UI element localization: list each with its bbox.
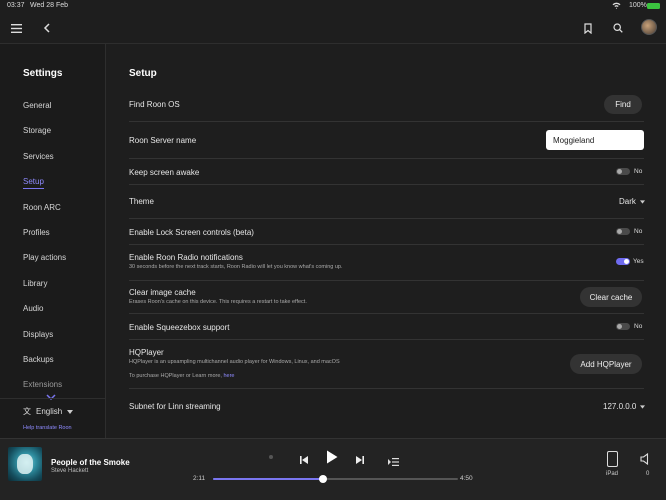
- keep-awake-toggle[interactable]: [616, 168, 630, 175]
- row-radio-notifications: Enable Roon Radio notifications 30 secon…: [129, 245, 644, 281]
- chevron-left-icon[interactable]: [37, 18, 57, 38]
- queue-icon[interactable]: [388, 453, 399, 471]
- sidebar-item-extensions[interactable]: Extensions: [23, 380, 62, 389]
- hqplayer-purchase-prefix: To purchase HQPlayer or Learn more,: [129, 373, 222, 379]
- chevron-down-icon: [639, 199, 645, 204]
- lock-screen-label: Enable Lock Screen controls (beta): [129, 228, 254, 237]
- sidebar-item-displays[interactable]: Displays: [23, 330, 53, 339]
- sidebar-item-services[interactable]: Services: [23, 152, 54, 161]
- sidebar-divider: [0, 398, 105, 399]
- speaker-icon[interactable]: [640, 452, 650, 470]
- language-label: English: [36, 407, 63, 416]
- row-hqplayer: HQPlayer HQPlayer is an upsampling multi…: [129, 340, 644, 389]
- avatar[interactable]: [641, 19, 657, 35]
- row-server-name: Roon Server name Moggieland: [129, 122, 644, 159]
- radio-notifications-toggle[interactable]: [616, 258, 630, 265]
- clear-cache-description: Erases Roon's cache on this device. This…: [129, 299, 307, 305]
- hqplayer-description: HQPlayer is an upsampling multichannel a…: [129, 359, 340, 365]
- scroll-down-chevron-icon[interactable]: [46, 387, 56, 405]
- wifi-icon: [612, 2, 621, 11]
- play-icon[interactable]: [326, 450, 338, 469]
- linn-subnet-select[interactable]: 127.0.0.0: [603, 402, 646, 411]
- status-bar: 03:37 Wed 28 Feb 100%: [0, 0, 666, 12]
- hqplayer-purchase-link[interactable]: here: [223, 373, 234, 379]
- server-name-label: Roon Server name: [129, 136, 197, 145]
- help-translate-link[interactable]: Help translate Roon: [23, 425, 72, 431]
- row-clear-cache: Clear image cache Erases Roon's cache on…: [129, 281, 644, 314]
- sidebar-item-backups[interactable]: Backups: [23, 355, 54, 364]
- sidebar-item-storage[interactable]: Storage: [23, 126, 51, 135]
- clear-cache-label: Clear image cache: [129, 288, 196, 297]
- sidebar: Settings General Storage Services Setup …: [0, 44, 106, 438]
- hqplayer-purchase-text: To purchase HQPlayer or Learn more, here: [129, 373, 234, 379]
- hqplayer-label: HQPlayer: [129, 348, 164, 357]
- album-art[interactable]: [8, 447, 42, 481]
- row-squeezebox: Enable Squeezebox support No: [129, 314, 644, 340]
- radio-notifications-description: 30 seconds before the next track starts,…: [129, 264, 343, 270]
- theme-select[interactable]: Dark: [619, 197, 645, 206]
- lock-screen-state: No: [634, 228, 643, 235]
- squeezebox-state: No: [634, 323, 643, 330]
- row-lock-screen: Enable Lock Screen controls (beta) No: [129, 219, 644, 245]
- theme-label: Theme: [129, 197, 154, 206]
- squeezebox-label: Enable Squeezebox support: [129, 323, 230, 332]
- track-artist[interactable]: Steve Hackett: [51, 468, 88, 474]
- duration-time: 4:50: [460, 475, 473, 482]
- progress-track[interactable]: [213, 475, 458, 483]
- top-bar: [0, 12, 666, 44]
- radio-notifications-state: Yes: [633, 258, 644, 265]
- linn-subnet-label: Subnet for Linn streaming: [129, 402, 221, 411]
- sidebar-item-general[interactable]: General: [23, 101, 51, 110]
- theme-value: Dark: [619, 197, 636, 206]
- volume-value: 0: [646, 471, 650, 477]
- tablet-icon[interactable]: [607, 451, 618, 467]
- radio-notifications-label: Enable Roon Radio notifications: [129, 253, 243, 262]
- sidebar-item-roon-arc[interactable]: Roon ARC: [23, 203, 61, 212]
- keep-awake-state: No: [634, 168, 643, 175]
- status-date: Wed 28 Feb: [30, 2, 69, 9]
- find-button[interactable]: Find: [604, 95, 642, 114]
- language-selector[interactable]: 文 English: [23, 406, 74, 417]
- status-time: 03:37: [7, 2, 25, 9]
- lock-screen-toggle[interactable]: [616, 228, 630, 235]
- previous-track-icon[interactable]: [299, 452, 309, 470]
- battery-icon: [647, 3, 660, 9]
- server-name-input[interactable]: Moggieland: [546, 130, 644, 150]
- squeezebox-toggle[interactable]: [616, 323, 630, 330]
- battery-percent: 100%: [629, 2, 647, 9]
- sidebar-item-setup[interactable]: Setup: [23, 177, 44, 189]
- progress-fill: [213, 478, 324, 480]
- radio-indicator-icon: [269, 455, 273, 459]
- linn-subnet-value: 127.0.0.0: [603, 402, 637, 411]
- progress-knob[interactable]: [319, 475, 328, 483]
- hamburger-icon[interactable]: [6, 18, 26, 38]
- row-theme: Theme Dark: [129, 185, 645, 219]
- bookmark-icon[interactable]: [578, 18, 598, 38]
- row-linn-subnet: Subnet for Linn streaming 127.0.0.0: [129, 389, 646, 423]
- translate-icon: 文: [23, 407, 31, 416]
- chevron-down-icon: [67, 409, 74, 414]
- clear-cache-button[interactable]: Clear cache: [580, 287, 642, 307]
- setup-panel: Setup Find Roon OS Find Roon Server name…: [107, 44, 666, 438]
- sidebar-item-library[interactable]: Library: [23, 279, 47, 288]
- search-icon[interactable]: [608, 18, 628, 38]
- row-keep-awake: Keep screen awake No: [129, 159, 644, 185]
- sidebar-item-profiles[interactable]: Profiles: [23, 228, 50, 237]
- track-title[interactable]: People of the Smoke: [51, 458, 130, 467]
- sidebar-item-audio[interactable]: Audio: [23, 304, 43, 313]
- elapsed-time: 2:11: [193, 475, 206, 482]
- zone-label[interactable]: iPad: [606, 471, 618, 477]
- page-title: Setup: [129, 68, 157, 79]
- next-track-icon[interactable]: [355, 452, 365, 470]
- chevron-down-icon: [640, 404, 646, 409]
- player-bar: People of the Smoke Steve Hackett 2:11 4…: [0, 438, 666, 500]
- add-hqplayer-button[interactable]: Add HQPlayer: [570, 354, 642, 374]
- keep-awake-label: Keep screen awake: [129, 168, 200, 177]
- sidebar-title: Settings: [23, 68, 63, 79]
- sidebar-item-play-actions[interactable]: Play actions: [23, 253, 66, 262]
- find-roon-os-label: Find Roon OS: [129, 100, 180, 109]
- row-find-roon-os: Find Roon OS Find: [129, 90, 644, 122]
